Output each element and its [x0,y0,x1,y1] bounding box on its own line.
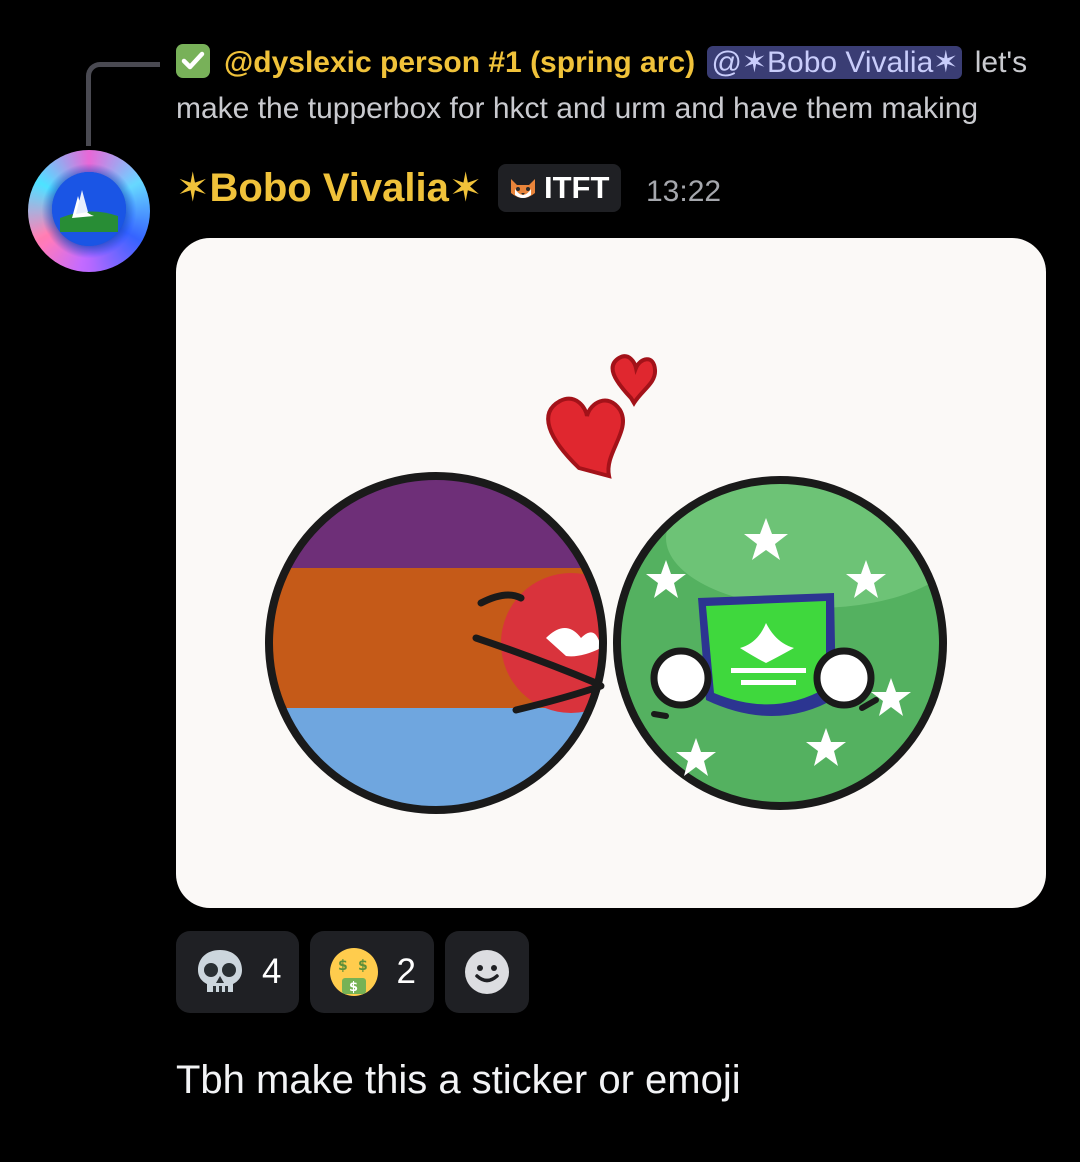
svg-text:$: $ [349,980,358,995]
reaction-money-mouth[interactable]: $ $ $ 2 [310,931,434,1013]
add-reaction-icon [464,950,509,994]
message-text: Tbh make this a sticker or emoji [176,1058,741,1102]
skull-icon [198,950,242,992]
reactions-bar: 4 $ $ $ 2 [176,931,529,1013]
add-reaction-button[interactable] [444,931,529,1013]
heart-icon [610,354,657,407]
avatar-image [52,172,126,246]
message-image[interactable] [176,238,1046,908]
avatar[interactable] [28,150,150,272]
message-timestamp[interactable]: 13:22 [646,170,721,214]
check-mark-icon [176,44,210,78]
message-author[interactable]: ✶Bobo Vivalia✶ [176,163,482,213]
svg-text:$: $ [338,958,348,974]
reply-mention[interactable]: @✶Bobo Vivalia✶ [707,46,963,79]
reaction-count: 2 [396,952,416,991]
reaction-skull[interactable]: 4 [176,931,300,1013]
reply-author[interactable]: @dyslexic person #1 (spring arc) [224,46,695,79]
reply-preview[interactable]: @dyslexic person #1 (spring arc) @✶Bobo … [176,40,1046,132]
heart-icon [546,396,625,479]
guild-tag-label: ITFT [544,170,610,205]
guild-tag[interactable]: ITFT [498,164,622,212]
money-mouth-face-icon: $ $ $ [330,948,379,996]
reply-connector-line [86,62,160,146]
reaction-count: 4 [262,952,282,991]
svg-text:$: $ [358,958,368,974]
chat-view: @dyslexic person #1 (spring arc) @✶Bobo … [0,0,1080,1162]
cat-face-icon [511,179,535,198]
countryball-drawing [265,354,947,814]
